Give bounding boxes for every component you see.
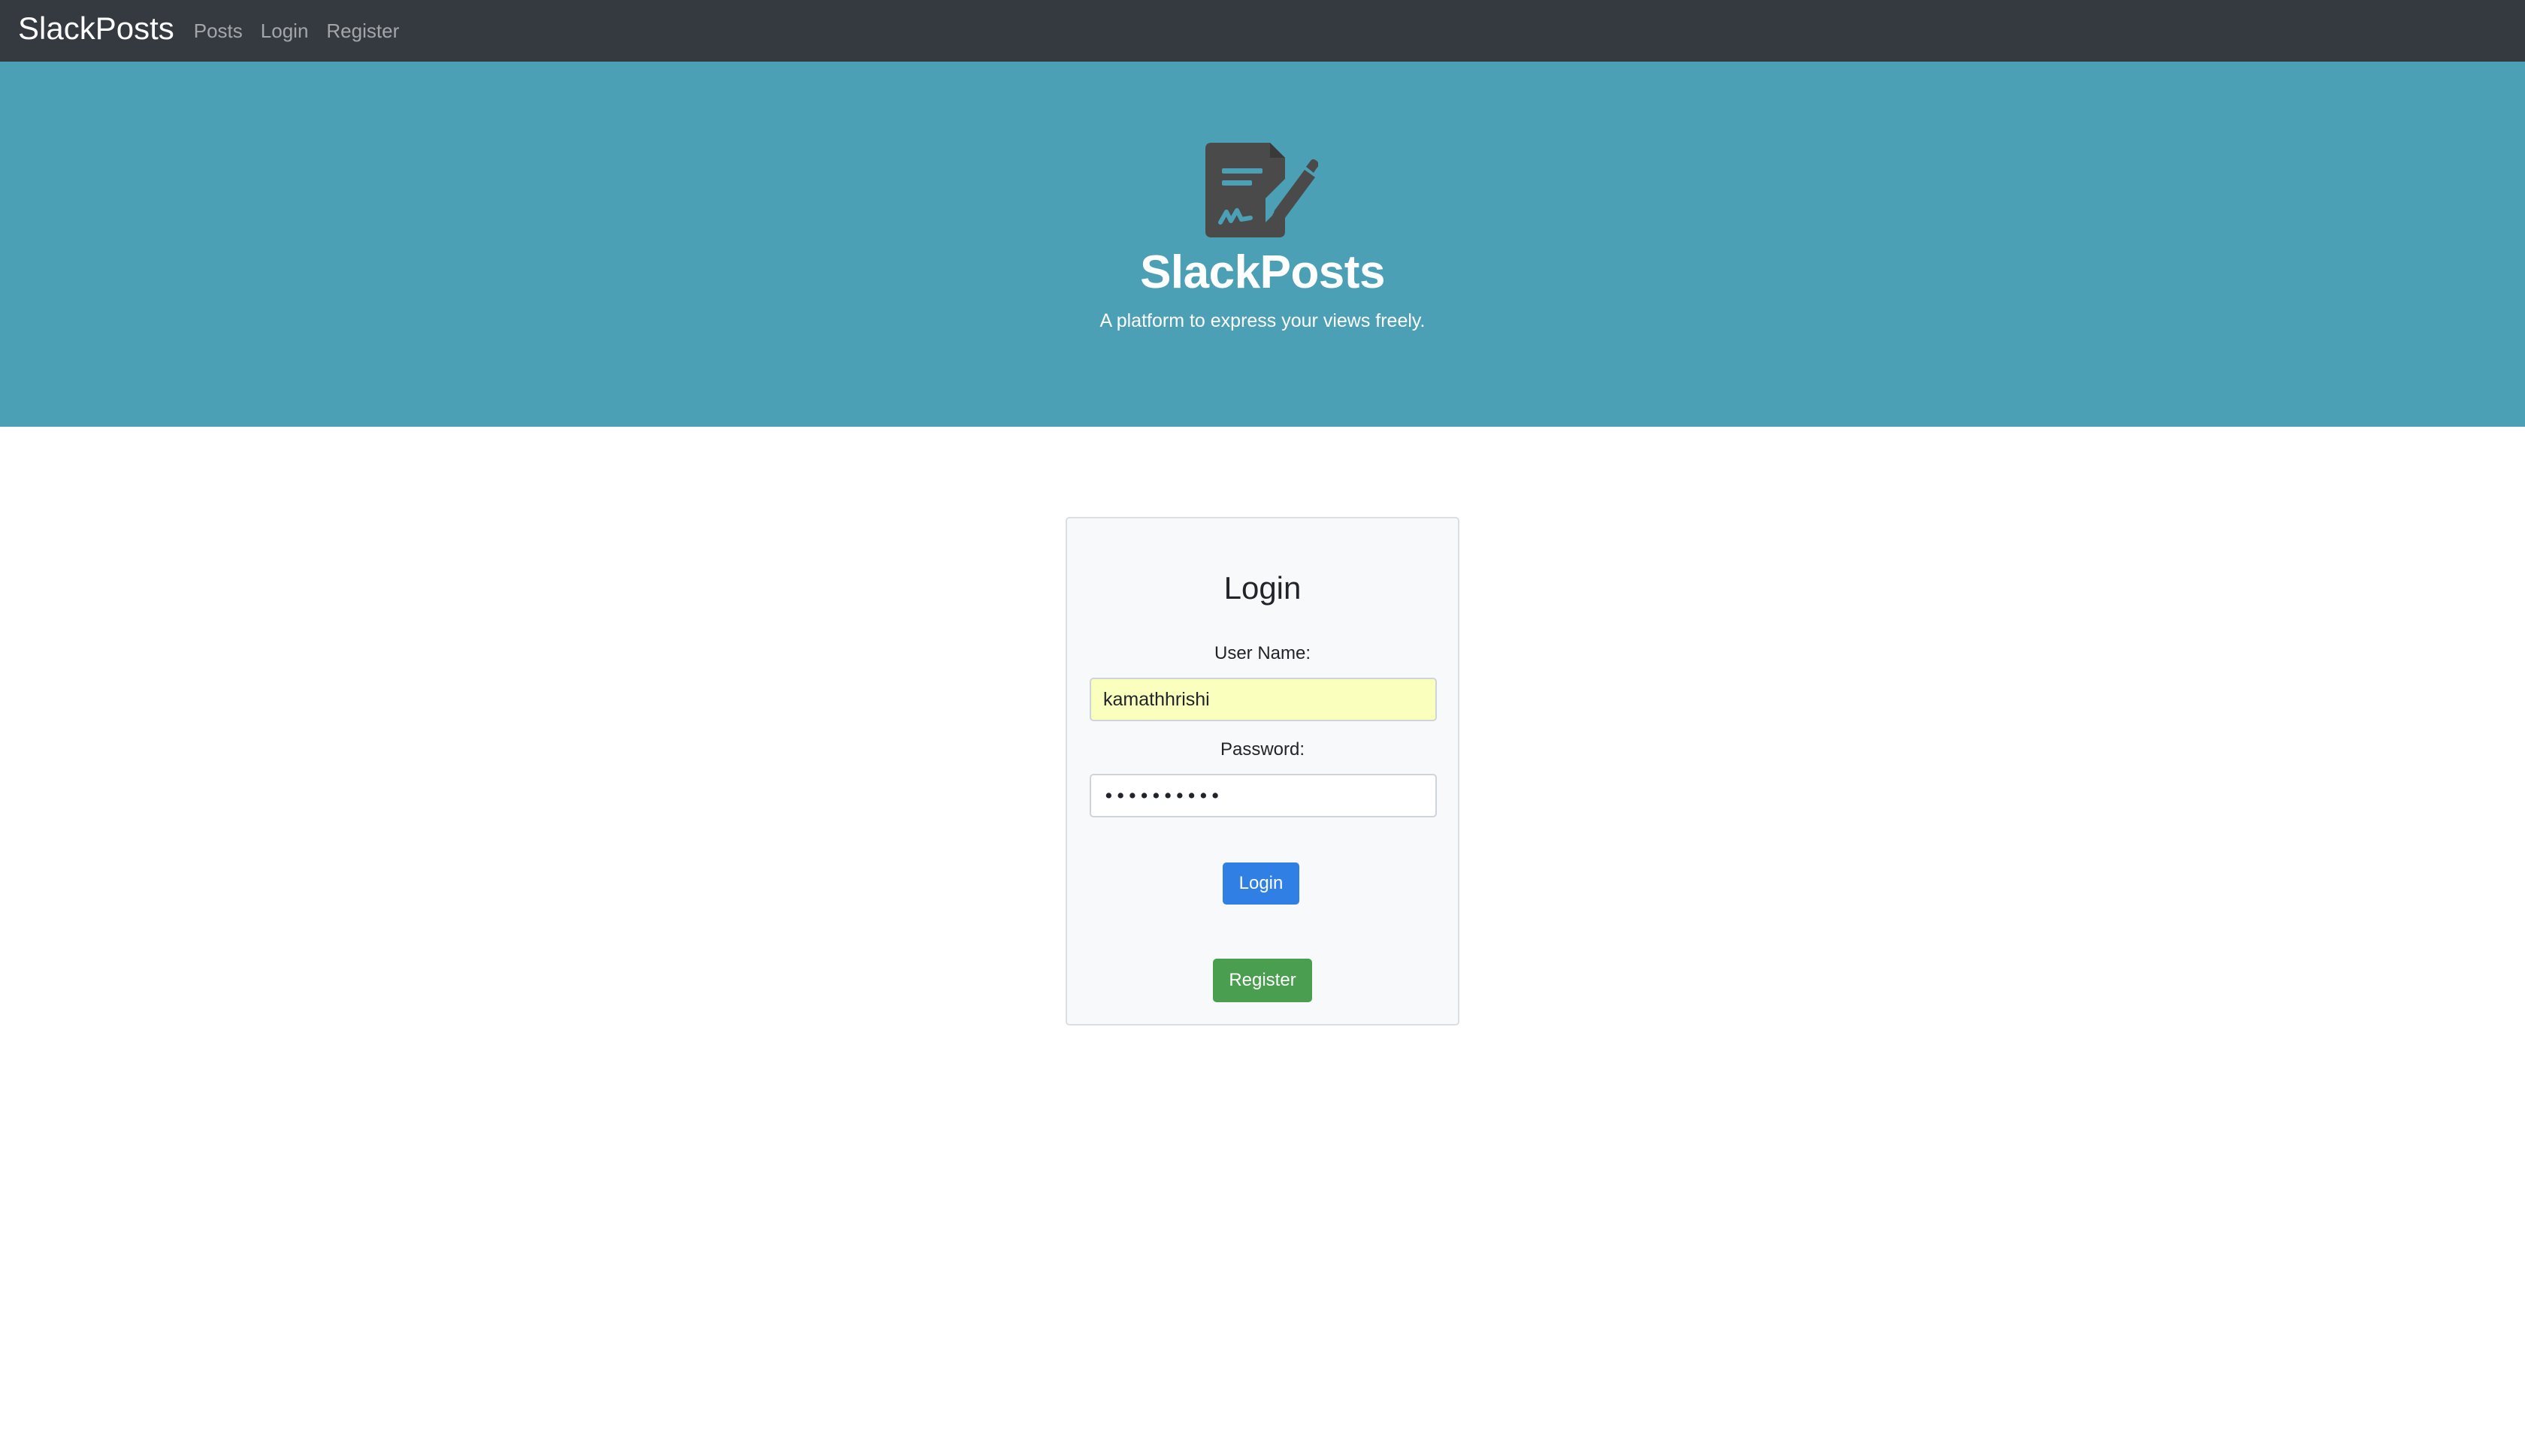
nav-link-register[interactable]: Register <box>326 20 399 43</box>
hero-title: SlackPosts <box>1140 246 1385 298</box>
username-input[interactable] <box>1090 678 1437 721</box>
register-button[interactable]: Register <box>1213 959 1312 1002</box>
nav-link-posts[interactable]: Posts <box>194 20 243 43</box>
navbar-brand[interactable]: SlackPosts <box>18 13 174 44</box>
login-button[interactable]: Login <box>1223 862 1299 905</box>
file-signature-icon <box>1205 143 1318 237</box>
password-label: Password: <box>1220 739 1305 760</box>
top-navbar: SlackPosts Posts Login Register <box>0 0 2525 62</box>
login-title: Login <box>1223 570 1302 606</box>
login-card: Login User Name: Password: Login Registe… <box>1066 517 1459 1026</box>
username-label: User Name: <box>1214 643 1311 663</box>
nav-link-login[interactable]: Login <box>261 20 309 43</box>
password-input[interactable] <box>1090 774 1437 817</box>
hero-subtitle: A platform to express your views freely. <box>1099 310 1426 331</box>
hero-banner: SlackPosts A platform to express your vi… <box>0 62 2525 427</box>
